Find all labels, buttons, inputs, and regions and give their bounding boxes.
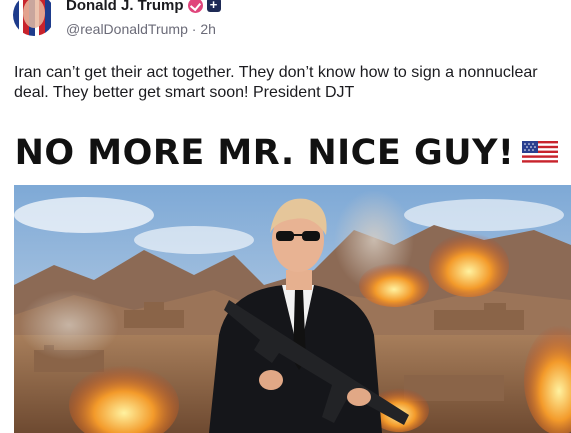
media-headline-text: NO MORE MR. NICE GUY! bbox=[14, 133, 515, 173]
headline-band: NO MORE MR. NICE GUY! bbox=[14, 119, 571, 185]
verified-badge-icon bbox=[187, 0, 203, 13]
follow-plus-icon[interactable]: + bbox=[206, 0, 221, 12]
separator-dot: · bbox=[191, 21, 197, 37]
post-media-image[interactable]: NO MORE MR. NICE GUY! bbox=[14, 119, 571, 433]
avatar[interactable] bbox=[13, 0, 55, 36]
author-row: Donald J. Trump + bbox=[66, 0, 221, 15]
handle-row: @realDonaldTrump · 2h bbox=[66, 21, 216, 37]
media-headline: NO MORE MR. NICE GUY! bbox=[14, 133, 559, 174]
post-timestamp[interactable]: 2h bbox=[200, 21, 216, 37]
avatar-face bbox=[23, 0, 45, 28]
post-text: Iran can’t get their act together. They … bbox=[14, 64, 538, 101]
display-name[interactable]: Donald J. Trump bbox=[66, 0, 184, 14]
us-flag-icon bbox=[522, 134, 559, 174]
post-header: Donald J. Trump + @realDonaldTrump · 2h bbox=[0, 0, 571, 52]
user-handle[interactable]: @realDonaldTrump bbox=[66, 21, 188, 37]
photo-scene bbox=[14, 185, 571, 433]
